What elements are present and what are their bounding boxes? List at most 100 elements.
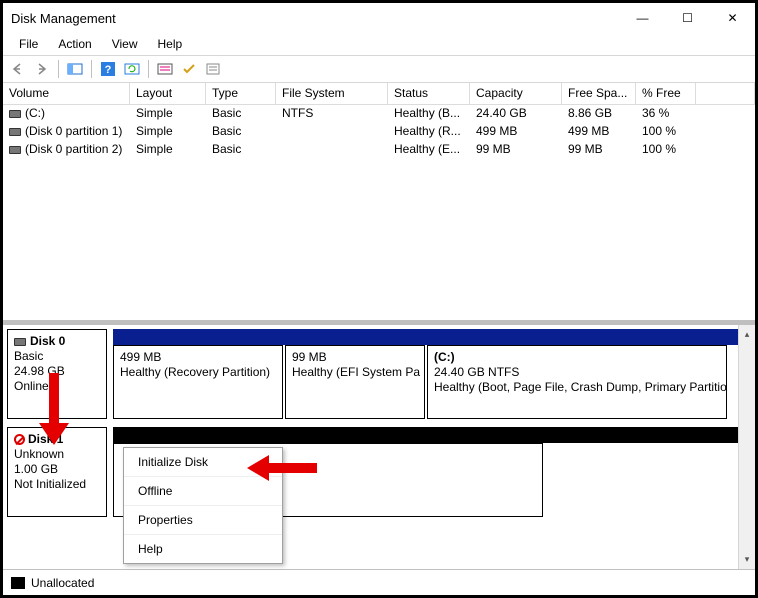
volume-cell-free: 99 MB [562, 141, 636, 159]
back-button[interactable] [7, 58, 29, 80]
disk-0-type: Basic [14, 349, 43, 363]
check-button[interactable] [178, 58, 200, 80]
volume-icon [9, 110, 21, 118]
column-header-layout[interactable]: Layout [130, 83, 206, 104]
volume-cell-cap: 499 MB [470, 123, 562, 141]
settings-button[interactable] [154, 58, 176, 80]
svg-text:?: ? [105, 64, 112, 76]
ctx-help[interactable]: Help [124, 535, 282, 563]
partition-name: (C:) [434, 350, 455, 364]
volume-cell-name: (C:) [3, 105, 130, 123]
window-title: Disk Management [11, 11, 620, 26]
column-header-type[interactable]: Type [206, 83, 276, 104]
annotation-arrow-left [247, 455, 317, 481]
disk-row-1: Disk 1 Unknown 1.00 GB Not Initialized [7, 427, 738, 517]
volume-cell-name: (Disk 0 partition 2) [3, 141, 130, 159]
help-button[interactable]: ? [97, 58, 119, 80]
volume-cell-layout: Simple [130, 123, 206, 141]
volume-cell-free: 499 MB [562, 123, 636, 141]
partition-status: Healthy (Recovery Partition) [120, 365, 270, 379]
disk-0-header-bar [113, 329, 738, 345]
panel-icon [67, 62, 83, 76]
menu-view[interactable]: View [104, 35, 146, 53]
volume-cell-fs [276, 141, 388, 159]
minimize-button[interactable]: — [620, 4, 665, 32]
menu-file[interactable]: File [11, 35, 46, 53]
volume-cell-name: (Disk 0 partition 1) [3, 123, 130, 141]
legend-label-unallocated: Unallocated [31, 576, 94, 590]
check-icon [181, 62, 197, 76]
partition-size: 24.40 GB NTFS [434, 365, 519, 379]
volume-cell-type: Basic [206, 141, 276, 159]
volume-list: VolumeLayoutTypeFile SystemStatusCapacit… [3, 83, 755, 321]
disk-0-partition-1[interactable]: 99 MBHealthy (EFI System Pa [285, 345, 425, 419]
partition-status: Healthy (EFI System Pa [292, 365, 420, 379]
disk-1-status: Not Initialized [14, 477, 86, 491]
refresh-button[interactable] [121, 58, 143, 80]
column-header-volume[interactable]: Volume [3, 83, 130, 104]
disk-0-partition-2[interactable]: (C:)24.40 GB NTFSHealthy (Boot, Page Fil… [427, 345, 727, 419]
title-bar: Disk Management — ☐ ✕ [3, 3, 755, 33]
volume-name: (C:) [25, 106, 45, 120]
volume-cell-pct: 100 % [636, 141, 696, 159]
column-header-file-system[interactable]: File System [276, 83, 388, 104]
volume-cell-free: 8.86 GB [562, 105, 636, 123]
volume-cell-status: Healthy (B... [388, 105, 470, 123]
menu-help[interactable]: Help [150, 35, 191, 53]
volume-cell-cap: 24.40 GB [470, 105, 562, 123]
partition-status: Healthy (Boot, Page File, Crash Dump, Pr… [434, 380, 727, 394]
properties-icon [205, 62, 221, 76]
help-icon: ? [100, 61, 116, 77]
annotation-arrow-down [39, 373, 69, 448]
arrow-left-icon [10, 62, 26, 76]
partition-size: 99 MB [292, 350, 327, 364]
column-header-free-spa-[interactable]: Free Spa... [562, 83, 636, 104]
vertical-scrollbar[interactable]: ▴ ▾ [738, 325, 755, 569]
ctx-properties[interactable]: Properties [124, 506, 282, 535]
volume-row[interactable]: (C:) SimpleBasicNTFSHealthy (B...24.40 GB… [3, 105, 755, 123]
legend-swatch-unallocated [11, 577, 25, 589]
list-icon [157, 62, 173, 76]
close-button[interactable]: ✕ [710, 4, 755, 32]
volume-cell-fs [276, 123, 388, 141]
properties-button[interactable] [202, 58, 224, 80]
ctx-offline[interactable]: Offline [124, 477, 282, 506]
volume-row[interactable]: (Disk 0 partition 2)SimpleBasicHealthy (… [3, 141, 755, 159]
volume-cell-cap: 99 MB [470, 141, 562, 159]
volume-cell-pct: 100 % [636, 123, 696, 141]
volume-row[interactable]: (Disk 0 partition 1) SimpleBasic Healthy (… [3, 123, 755, 141]
legend: Unallocated [3, 569, 755, 595]
volume-cell-type: Basic [206, 123, 276, 141]
menu-action[interactable]: Action [50, 35, 99, 53]
scroll-up-icon[interactable]: ▴ [740, 327, 755, 342]
volume-cell-fs: NTFS [276, 105, 388, 123]
volume-name: (Disk 0 partition 1) [25, 124, 122, 138]
disk-1-header-bar [113, 427, 738, 443]
menu-bar: File Action View Help [3, 33, 755, 55]
disk-0-name: Disk 0 [30, 334, 65, 348]
show-hide-button[interactable] [64, 58, 86, 80]
disk-1-size: 1.00 GB [14, 462, 58, 476]
volume-cell-layout: Simple [130, 105, 206, 123]
refresh-icon [124, 61, 140, 77]
volume-cell-layout: Simple [130, 141, 206, 159]
scroll-down-icon[interactable]: ▾ [740, 552, 755, 567]
volume-name: (Disk 0 partition 2) [25, 142, 122, 156]
graphical-view: Disk 0 Basic 24.98 GB Online 499 MBHealt… [3, 321, 755, 569]
volume-cell-type: Basic [206, 105, 276, 123]
disk-icon [14, 338, 26, 346]
maximize-button[interactable]: ☐ [665, 4, 710, 32]
disk-row-0: Disk 0 Basic 24.98 GB Online 499 MBHealt… [7, 329, 738, 419]
forward-button[interactable] [31, 58, 53, 80]
column-header-status[interactable]: Status [388, 83, 470, 104]
not-initialized-icon [14, 434, 25, 445]
volume-cell-pct: 36 % [636, 105, 696, 123]
disk-1-type: Unknown [14, 447, 64, 461]
volume-cell-status: Healthy (R... [388, 123, 470, 141]
volume-icon [9, 146, 21, 154]
disk-0-partition-0[interactable]: 499 MBHealthy (Recovery Partition) [113, 345, 283, 419]
volume-icon [9, 128, 21, 136]
column-header-capacity[interactable]: Capacity [470, 83, 562, 104]
partition-size: 499 MB [120, 350, 161, 364]
column-header--free[interactable]: % Free [636, 83, 696, 104]
